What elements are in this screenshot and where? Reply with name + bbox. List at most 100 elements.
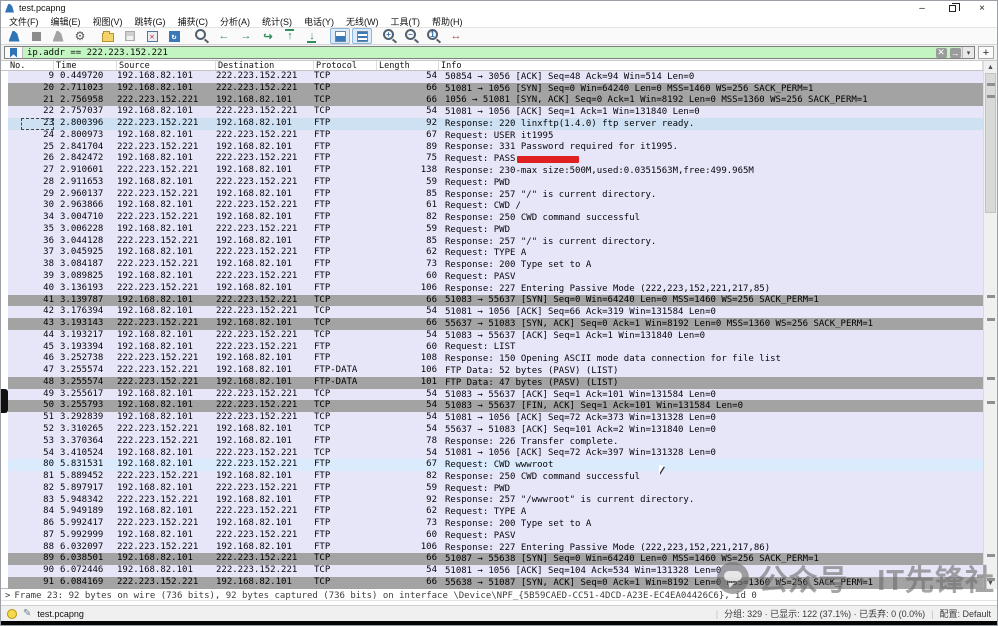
packet-row[interactable]: 282.911653192.168.82.101222.223.152.221F… — [8, 177, 983, 189]
column-header-time[interactable]: Time — [54, 61, 117, 70]
packet-row[interactable]: 815.889452222.223.152.221192.168.82.101F… — [8, 471, 983, 483]
save-file-icon[interactable] — [120, 28, 140, 44]
packet-row[interactable]: 443.193217192.168.82.101222.223.152.221T… — [8, 330, 983, 342]
packet-row[interactable]: 533.370364222.223.152.221192.168.82.101F… — [8, 436, 983, 448]
column-header-protocol[interactable]: Protocol — [314, 61, 377, 70]
packet-row[interactable]: 232.800396222.223.152.221192.168.82.101F… — [8, 118, 983, 130]
filter-dropdown-button[interactable]: ▾ — [962, 47, 974, 58]
open-file-icon[interactable] — [98, 28, 118, 44]
scroll-up-arrow-icon[interactable]: ▲ — [984, 61, 997, 73]
column-header-destination[interactable]: Destination — [216, 61, 314, 70]
resize-columns-icon[interactable]: ↔ — [446, 28, 466, 44]
filter-add-button[interactable]: + — [978, 46, 994, 59]
menu-item[interactable]: 无线(W) — [340, 15, 385, 28]
menu-item[interactable]: 分析(A) — [214, 15, 256, 28]
filter-input[interactable]: ip.addr == 222.223.152.221 — [23, 47, 934, 58]
profile-selector[interactable]: 配置: Default — [939, 607, 991, 620]
menu-bar: 文件(F)编辑(E)视图(V)跳转(G)捕获(C)分析(A)统计(S)电话(Y)… — [1, 15, 997, 27]
minimize-button[interactable]: – — [907, 1, 937, 15]
packet-row[interactable]: 845.949189192.168.82.101222.223.152.221F… — [8, 506, 983, 518]
expert-info-icon[interactable] — [7, 609, 17, 619]
menu-item[interactable]: 捕获(C) — [172, 15, 215, 28]
go-forward-icon[interactable]: → — [236, 28, 256, 44]
minimap-mark — [987, 401, 995, 404]
packet-row[interactable]: 343.004710222.223.152.221192.168.82.101F… — [8, 212, 983, 224]
go-to-packet-icon[interactable]: ↪ — [258, 28, 278, 44]
menu-item[interactable]: 视图(V) — [87, 15, 129, 28]
zoom-out-icon[interactable]: − — [402, 28, 422, 44]
column-header-no[interactable]: No. — [8, 61, 54, 70]
capture-options-icon[interactable]: ⚙ — [70, 28, 90, 44]
packet-row[interactable]: 90.449720192.168.82.101222.223.152.221TC… — [8, 71, 983, 83]
vertical-scrollbar[interactable]: ▲ ▼ — [983, 61, 997, 589]
restore-button[interactable] — [937, 1, 967, 15]
screen-overlay-tab — [1, 389, 8, 413]
auto-scroll-icon[interactable] — [330, 28, 350, 44]
details-expander-icon[interactable]: > — [5, 591, 10, 600]
packet-row[interactable]: 875.992999192.168.82.101222.223.152.221F… — [8, 530, 983, 542]
packet-row[interactable]: 543.410524192.168.82.101222.223.152.221T… — [8, 448, 983, 460]
close-file-icon[interactable]: ✕ — [142, 28, 162, 44]
packet-row[interactable]: 503.255793192.168.82.101222.223.152.221T… — [8, 400, 983, 412]
go-first-packet-icon[interactable]: ↑ — [280, 28, 300, 44]
packet-row[interactable]: 222.757037192.168.82.101222.223.152.221T… — [8, 106, 983, 118]
packet-row[interactable]: 513.292839192.168.82.101222.223.152.221T… — [8, 412, 983, 424]
packet-row[interactable]: 433.193143222.223.152.221192.168.82.101T… — [8, 318, 983, 330]
stop-capture-icon[interactable] — [26, 28, 46, 44]
packet-row[interactable]: 393.089825192.168.82.101222.223.152.221F… — [8, 271, 983, 283]
packet-row[interactable]: 373.045925192.168.82.101222.223.152.221F… — [8, 247, 983, 259]
colorize-icon[interactable] — [352, 28, 372, 44]
packet-row[interactable]: 865.992417222.223.152.221192.168.82.101F… — [8, 518, 983, 530]
menu-item[interactable]: 工具(T) — [385, 15, 427, 28]
packet-row[interactable]: 493.255617192.168.82.101222.223.152.221T… — [8, 389, 983, 401]
menu-item[interactable]: 统计(S) — [256, 15, 298, 28]
packet-row[interactable]: 202.711023192.168.82.101222.223.152.221T… — [8, 83, 983, 95]
packet-row[interactable]: 302.963866192.168.82.101222.223.152.221F… — [8, 200, 983, 212]
capture-comment-icon[interactable]: ✎ — [23, 608, 31, 619]
filter-bookmark-button[interactable] — [5, 47, 23, 58]
close-button[interactable]: × — [967, 1, 997, 15]
packet-row[interactable]: 363.044128222.223.152.221192.168.82.101F… — [8, 236, 983, 248]
menu-item[interactable]: 文件(F) — [3, 15, 45, 28]
column-header-info[interactable]: Info — [439, 61, 983, 70]
taskbar-strip — [1, 621, 997, 626]
main-toolbar: ⚙ ✕↻ ←→↪↑↓ +−1↔ — [1, 27, 997, 45]
menu-item[interactable]: 编辑(E) — [45, 15, 87, 28]
go-back-icon[interactable]: ← — [214, 28, 234, 44]
filter-clear-button[interactable]: ✕ — [934, 47, 948, 58]
zoom-in-icon[interactable]: + — [380, 28, 400, 44]
packet-row[interactable]: 825.897917192.168.82.101222.223.152.221F… — [8, 483, 983, 495]
packet-row[interactable]: 272.910601222.223.152.221192.168.82.101F… — [8, 165, 983, 177]
menu-item[interactable]: 跳转(G) — [129, 15, 172, 28]
find-packet-icon[interactable] — [192, 28, 212, 44]
packet-row[interactable]: 242.800973192.168.82.101222.223.152.221F… — [8, 130, 983, 142]
restart-capture-icon[interactable] — [48, 28, 68, 44]
reload-file-icon[interactable]: ↻ — [164, 28, 184, 44]
packet-row[interactable]: 212.756958222.223.152.221192.168.82.101T… — [8, 95, 983, 107]
watermark: 公众号 · IT先锋社 — [717, 557, 995, 599]
packet-row[interactable]: 252.841704222.223.152.221192.168.82.101F… — [8, 142, 983, 154]
packet-row[interactable]: 805.831531192.168.82.101222.223.152.221F… — [8, 459, 983, 471]
packet-row[interactable]: 886.032097222.223.152.221192.168.82.101F… — [8, 542, 983, 554]
start-capture-icon[interactable] — [4, 28, 24, 44]
column-header-length[interactable]: Length — [377, 61, 439, 70]
packet-row[interactable]: 463.252738222.223.152.221192.168.82.101F… — [8, 353, 983, 365]
filter-apply-button[interactable]: → — [948, 47, 962, 58]
packet-row[interactable]: 413.139787192.168.82.101222.223.152.221T… — [8, 295, 983, 307]
menu-item[interactable]: 帮助(H) — [426, 15, 469, 28]
packet-row[interactable]: 353.006228192.168.82.101222.223.152.221F… — [8, 224, 983, 236]
go-last-packet-icon[interactable]: ↓ — [302, 28, 322, 44]
packet-row[interactable]: 423.176394192.168.82.101222.223.152.221T… — [8, 306, 983, 318]
packet-row[interactable]: 453.193394192.168.82.101222.223.152.221F… — [8, 342, 983, 354]
zoom-100-icon[interactable]: 1 — [424, 28, 444, 44]
packet-row[interactable]: 523.310265222.223.152.221192.168.82.101T… — [8, 424, 983, 436]
packet-row[interactable]: 262.842472192.168.82.101222.223.152.221F… — [8, 153, 983, 165]
packet-row[interactable]: 835.948342222.223.152.221192.168.82.101F… — [8, 495, 983, 507]
packet-row[interactable]: 473.255574222.223.152.221192.168.82.101F… — [8, 365, 983, 377]
column-header-source[interactable]: Source — [117, 61, 216, 70]
packet-row[interactable]: 483.255574222.223.152.221192.168.82.101F… — [8, 377, 983, 389]
packet-row[interactable]: 292.960137222.223.152.221192.168.82.101F… — [8, 189, 983, 201]
packet-row[interactable]: 383.084187222.223.152.221192.168.82.101F… — [8, 259, 983, 271]
menu-item[interactable]: 电话(Y) — [298, 15, 340, 28]
packet-row[interactable]: 403.136193222.223.152.221192.168.82.101F… — [8, 283, 983, 295]
